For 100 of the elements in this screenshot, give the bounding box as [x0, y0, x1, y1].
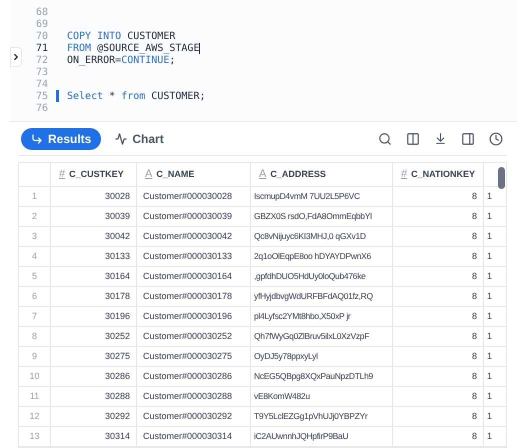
line-number: 72	[34, 54, 48, 68]
row-number: 3	[19, 227, 51, 246]
line-number: 69	[34, 18, 48, 32]
type-icon: #	[59, 166, 66, 183]
table-cell: 30164	[51, 267, 137, 286]
table-cell: T9Y5LclEZGg1pVhUJj0YBPZYr	[251, 407, 393, 426]
table-cell-text: 1	[486, 290, 493, 303]
table-cell: 8	[393, 367, 484, 386]
line-number: 75	[34, 90, 48, 104]
column-label: C_NAME	[156, 168, 194, 181]
column-header[interactable]: # C_NATIONKEY	[393, 163, 484, 186]
column-header[interactable]: # C_CUSTKEY	[51, 163, 137, 186]
table-cell-text: 1	[486, 390, 493, 403]
code-line: FROM @SOURCE_AWS_STAGE	[67, 42, 200, 56]
expand-button[interactable]	[10, 47, 22, 67]
columns-icon[interactable]	[406, 132, 420, 146]
table-cell: Customer#000030133	[137, 247, 251, 266]
table-cell: 30275	[51, 347, 137, 366]
table-cell: OyDJ5y78ppxyLyl	[251, 347, 393, 366]
code-editor[interactable]: 68 69 70 COPY INTO CUSTOMER 71 FROM @SOURCE_AWS_STAGE 72 ON_ERROR=CONTINUE; 73 74 75 Select * from CUSTOMER; 76	[10, 0, 517, 122]
table-cell: Customer#000030039	[137, 207, 251, 226]
table-cell: Customer#000030286	[137, 367, 251, 386]
line-number: 76	[34, 102, 48, 116]
table-cell-text: 1	[486, 310, 493, 323]
table-cell: pl4Lyfsc2YMt8hbo,X50xP jr	[251, 307, 393, 326]
column-label: C_NATIONKEY	[411, 168, 475, 181]
line-number: 71	[34, 42, 48, 56]
table-cell: 8	[393, 227, 484, 246]
table-cell: 30039	[51, 207, 137, 226]
code-line: ON_ERROR=CONTINUE;	[67, 54, 176, 68]
table-cell: 8	[393, 347, 484, 366]
table-cell: iC2AUwnnhJQHpfirP9BaU	[251, 427, 393, 446]
table-cell-text: 1	[486, 230, 493, 243]
scrollbar[interactable]	[498, 167, 505, 189]
table-cell: Qc8vNijuyc6KI3MHJ,0 qGXv1D	[251, 227, 393, 246]
tab[interactable]: Chart	[105, 128, 174, 150]
history-icon[interactable]	[489, 132, 503, 146]
column-header[interactable]: A C_NAME	[137, 163, 251, 186]
row-number: 13	[19, 427, 51, 446]
line-chart-icon	[115, 132, 128, 144]
column-header[interactable]: A C_ADDRESS	[251, 163, 393, 186]
table-cell: 8	[393, 287, 484, 306]
code-line: Select * from CUSTOMER;	[67, 90, 206, 104]
tab[interactable]: Results	[21, 128, 102, 150]
line-number: 68	[34, 6, 48, 20]
code-line: COPY INTO CUSTOMER	[67, 30, 176, 44]
row-number: 9	[19, 347, 51, 366]
line-number: 73	[34, 66, 48, 80]
table-cell: 8	[393, 267, 484, 286]
table-cell: Qh7fWyGq0ZlBruv5ilxL0XzVzpF	[251, 327, 393, 346]
table-cell: Customer#000030178	[137, 287, 251, 306]
table-cell: IscmupD4vmM 7UU2L5P6VC	[251, 187, 393, 206]
table-cell: Customer#000030164	[137, 267, 251, 286]
table-cell-text: 1	[486, 430, 493, 443]
type-icon: #	[401, 166, 408, 183]
table-cell: 8	[393, 207, 484, 226]
table-cell: 8	[393, 307, 484, 326]
table-cell: GBZX0S rsdO,FdA8OmmEqbbYl	[251, 207, 393, 226]
table-cell: NcEG5QBpg8XQxPauNpzDTLh9	[251, 367, 393, 386]
table-cell: 2q1oOlEqpE8oo hDYAYDPwnX6	[251, 247, 393, 266]
table-cell: Customer#000030275	[137, 347, 251, 366]
table-cell-text: 1	[486, 330, 493, 343]
table-cell: Customer#000030314	[137, 427, 251, 446]
column-label: C_ADDRESS	[270, 168, 326, 181]
search-icon[interactable]	[378, 132, 392, 146]
table-cell: 30028	[51, 187, 137, 206]
table-cell-text: 1	[486, 370, 493, 383]
row-number: 12	[19, 407, 51, 426]
table-cell: 8	[393, 187, 484, 206]
line-number: 70	[34, 30, 48, 44]
table-cell: 30314	[51, 427, 137, 446]
return-arrow-icon	[31, 132, 43, 144]
row-number: 1	[19, 187, 51, 206]
table-cell: vE8KomW482u	[251, 387, 393, 406]
table-cell: 8	[393, 247, 484, 266]
table-cell-text: 1	[486, 210, 493, 223]
row-number: 4	[19, 247, 51, 266]
panel-icon[interactable]	[461, 132, 475, 146]
download-icon[interactable]	[434, 132, 447, 145]
table-cell: Customer#000030292	[137, 407, 251, 426]
table-cell: 30042	[51, 227, 137, 246]
row-number: 7	[19, 307, 51, 326]
row-number: 5	[19, 267, 51, 286]
table-cell-text: 1	[486, 250, 493, 263]
table-cell-text: 1	[486, 190, 493, 203]
table-cell: 30288	[51, 387, 137, 406]
table-cell: 30196	[51, 307, 137, 326]
table-cell-text: 1	[486, 350, 493, 363]
table-cell: Customer#000030042	[137, 227, 251, 246]
table-cell-text: 1	[486, 410, 493, 423]
table-cell: 30133	[51, 247, 137, 266]
table-cell: 8	[393, 427, 484, 446]
type-icon: A	[259, 166, 266, 183]
table-cell: 30292	[51, 407, 137, 426]
table-cell: Customer#000030288	[137, 387, 251, 406]
table-cell: yfHyjdbvgWdURFBFdAQ01fz,RQ	[251, 287, 393, 306]
line-number: 74	[34, 78, 48, 92]
table-cell: 30286	[51, 367, 137, 386]
table-cell: Customer#000030028	[137, 187, 251, 206]
row-number: 11	[19, 387, 51, 406]
